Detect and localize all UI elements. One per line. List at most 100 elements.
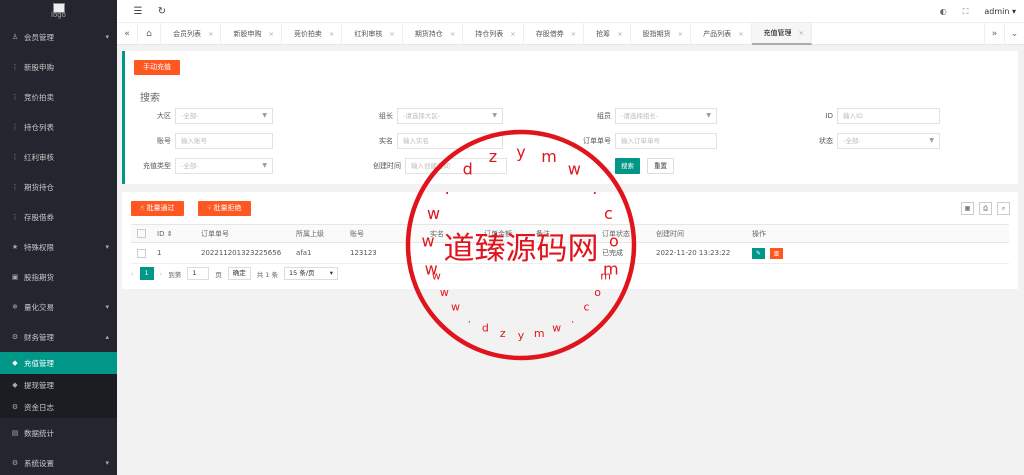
col-id-label: ID: [157, 229, 165, 238]
sidebar-item-label: 持仓列表: [24, 122, 54, 132]
user-menu[interactable]: admin ▾: [984, 7, 1016, 16]
cog-icon: ⚙: [11, 459, 19, 467]
goto-confirm-button[interactable]: 确定: [227, 267, 251, 280]
tab-item[interactable]: 竞价拍卖 ×: [282, 22, 343, 45]
sidebar-item[interactable]: ◆ 充值管理: [0, 352, 117, 374]
sidebar-item[interactable]: ▣ 股指期货: [0, 262, 117, 292]
tab-item[interactable]: 充值管理 ×: [751, 22, 812, 45]
sidebar-item-label: 特殊权限: [24, 242, 54, 252]
status-select[interactable]: -全部- ▼: [837, 133, 940, 149]
goto-page-input[interactable]: 1: [187, 267, 210, 280]
manual-recharge-button[interactable]: 手动充值: [134, 60, 180, 75]
close-icon[interactable]: ×: [450, 23, 455, 45]
sidebar-item-label: 系统设置: [24, 458, 54, 468]
group-leader-select[interactable]: -请选择大区- ▼: [397, 108, 503, 124]
sidebar-item[interactable]: ❄ 量化交易 ▾: [0, 292, 117, 322]
home-tab-icon[interactable]: ⌂: [137, 22, 161, 45]
close-icon[interactable]: ×: [617, 23, 622, 45]
batch-approve-button[interactable]: ☝ 批量通过: [131, 201, 184, 216]
stamp-letter: .: [571, 313, 575, 326]
recharge-type-select[interactable]: -全部- ▼: [175, 158, 273, 174]
search-button[interactable]: 搜索: [615, 158, 640, 174]
next-page-icon[interactable]: ›: [160, 270, 163, 278]
print-icon[interactable]: ⎙: [979, 202, 992, 215]
member-select[interactable]: -请选择组长- ▼: [615, 108, 717, 124]
sort-icon[interactable]: ⇕: [167, 230, 173, 238]
tab-label: 竞价拍卖: [293, 29, 322, 38]
columns-icon[interactable]: ▦: [961, 202, 974, 215]
tabs-prev-icon[interactable]: «: [117, 29, 137, 39]
per-page-select[interactable]: 15 条/页 ▾: [284, 267, 338, 280]
sidebar-item[interactable]: ⚙ 财务管理 ▴: [0, 322, 117, 352]
close-icon[interactable]: ×: [268, 23, 273, 45]
tabs-next-icon[interactable]: »: [984, 23, 1004, 45]
checkbox[interactable]: [137, 229, 146, 238]
row-checkbox-cell[interactable]: [131, 242, 151, 264]
search-panel: 手动充值 搜索 大区 -全部- ▼ 组长 -请选择大区- ▼ 组员 -请选择组长- ▼…: [122, 51, 1018, 184]
sidebar-item[interactable]: ⚙ 资金日志: [0, 396, 117, 418]
sidebar-item[interactable]: ⋮ 持仓列表: [0, 112, 117, 142]
logo[interactable]: logo: [0, 0, 117, 22]
sidebar-item[interactable]: ⋮ 新股申购: [0, 52, 117, 82]
reset-button[interactable]: 重置: [647, 158, 674, 174]
sidebar-item[interactable]: ♙ 会员管理 ▾: [0, 22, 117, 52]
tab-item[interactable]: 产品列表 ×: [691, 22, 752, 45]
cell-filler: [878, 242, 1009, 264]
page-current[interactable]: 1: [139, 267, 154, 280]
tab-item[interactable]: 会员列表 ×: [161, 22, 222, 45]
tab-item[interactable]: 红利审核 ×: [342, 22, 403, 45]
export-icon[interactable]: ⌕: [997, 202, 1010, 215]
tab-label: 抢筹: [596, 29, 611, 38]
sidebar-item[interactable]: ⋮ 期货持仓: [0, 172, 117, 202]
close-icon[interactable]: ×: [329, 23, 334, 45]
tab-item[interactable]: 存股借券 ×: [524, 22, 585, 45]
batch-reject-button[interactable]: ☟ 批量拒绝: [198, 201, 251, 216]
cell-parent: afa1: [290, 242, 344, 264]
sidebar-item[interactable]: ⋮ 红利审核: [0, 142, 117, 172]
delete-icon[interactable]: ▥: [770, 247, 783, 259]
tab-item[interactable]: 期货持仓 ×: [403, 22, 464, 45]
diamond-icon: ◆: [12, 359, 18, 367]
close-icon[interactable]: ×: [510, 23, 515, 45]
col-id[interactable]: ID ⇕: [151, 224, 195, 243]
close-icon[interactable]: ×: [799, 22, 804, 44]
username: admin: [984, 7, 1010, 16]
prev-page-icon[interactable]: ‹: [131, 270, 134, 278]
cell-id: 1: [151, 242, 195, 264]
sidebar-item[interactable]: ⋮ 竞价拍卖: [0, 82, 117, 112]
cell-account: 123123: [344, 242, 424, 264]
created-time-input[interactable]: 输入创建时间: [405, 158, 507, 174]
tab-item[interactable]: 新股申购 ×: [221, 22, 282, 45]
theme-icon[interactable]: ◐: [940, 7, 947, 16]
tab-item[interactable]: 股指期货 ×: [631, 22, 692, 45]
fullscreen-icon[interactable]: ⛶: [963, 7, 969, 17]
status-select-value: -全部-: [843, 137, 861, 145]
select-all-checkbox[interactable]: [131, 224, 151, 243]
menu-toggle-icon[interactable]: ☰: [131, 6, 145, 17]
close-icon[interactable]: ×: [738, 23, 743, 45]
account-input[interactable]: 输入账号: [175, 133, 273, 149]
sidebar-item-label: 充值管理: [24, 358, 54, 368]
close-icon[interactable]: ×: [389, 23, 394, 45]
tab-item[interactable]: 持仓列表 ×: [463, 22, 524, 45]
tab-item[interactable]: 抢筹 ×: [584, 22, 631, 45]
edit-icon[interactable]: ✎: [752, 247, 765, 259]
close-icon[interactable]: ×: [208, 23, 213, 45]
batch-reject-label: 批量拒绝: [213, 204, 242, 212]
checkbox[interactable]: [137, 248, 146, 258]
id-input[interactable]: 输入ID: [837, 108, 940, 124]
stamp-letter: d: [482, 322, 489, 335]
sidebar-item[interactable]: ⚙ 系统设置 ▾: [0, 448, 117, 475]
sidebar-item[interactable]: ◆ 提现管理: [0, 374, 117, 396]
refresh-icon[interactable]: ↻: [155, 6, 169, 17]
region-select[interactable]: -全部- ▼: [175, 108, 273, 124]
cell-amount: [478, 242, 530, 264]
tabs-menu-icon[interactable]: ⌄: [1004, 23, 1024, 45]
sidebar-item[interactable]: ▤ 数据统计: [0, 418, 117, 448]
real-name-input[interactable]: 输入实名: [397, 133, 503, 149]
order-no-input[interactable]: 输入订单单号: [615, 133, 717, 149]
sidebar-item[interactable]: ★ 特殊权限 ▾: [0, 232, 117, 262]
sidebar-item[interactable]: ⋮ 存股借券: [0, 202, 117, 232]
close-icon[interactable]: ×: [571, 23, 576, 45]
close-icon[interactable]: ×: [678, 23, 683, 45]
